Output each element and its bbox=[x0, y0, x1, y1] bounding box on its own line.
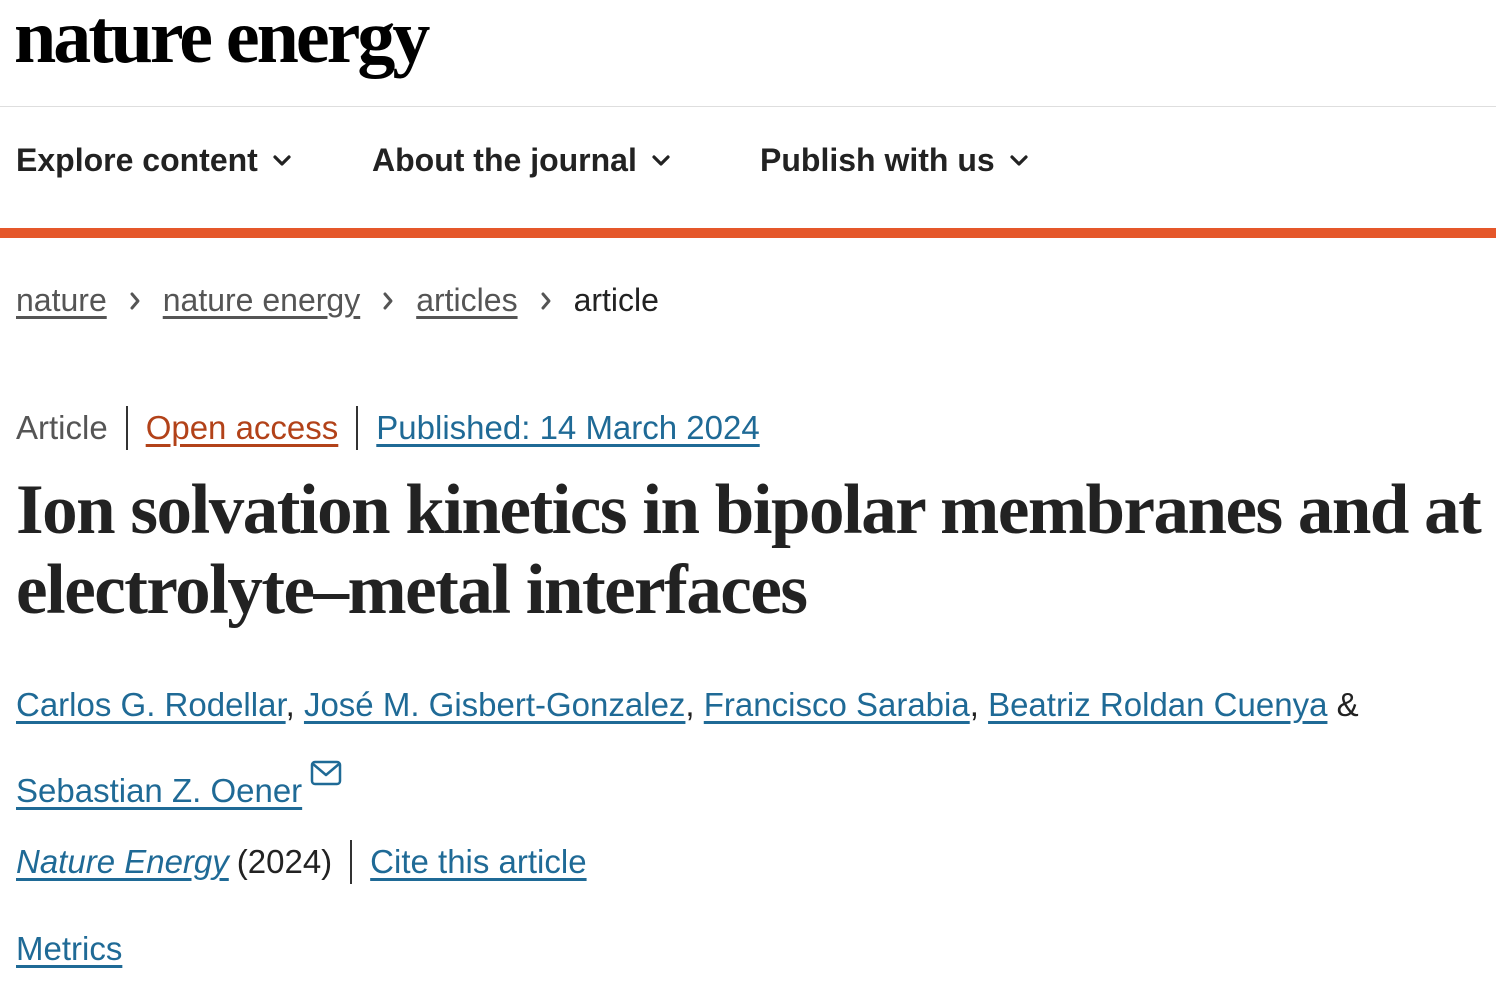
nav-about-journal[interactable]: About the journal bbox=[372, 142, 671, 179]
chevron-right-icon bbox=[382, 291, 394, 311]
meta-divider bbox=[125, 406, 128, 450]
author-link[interactable]: Carlos G. Rodellar bbox=[16, 686, 286, 723]
author-separator: , bbox=[969, 686, 979, 723]
chevron-down-icon bbox=[272, 154, 292, 168]
nav-about-journal-label: About the journal bbox=[372, 142, 637, 178]
journal-logo[interactable]: nature energy bbox=[14, 0, 430, 81]
nav-publish-with-us-label: Publish with us bbox=[760, 142, 995, 178]
author-link[interactable]: Francisco Sarabia bbox=[704, 686, 970, 723]
chevron-down-icon bbox=[651, 154, 671, 168]
header-divider bbox=[0, 106, 1496, 107]
article-title: Ion solvation kinetics in bipolar membra… bbox=[16, 471, 1482, 629]
breadcrumb-current: article bbox=[573, 282, 659, 318]
breadcrumb: nature nature energy articles article bbox=[16, 282, 659, 319]
mail-icon[interactable] bbox=[310, 740, 342, 810]
chevron-down-icon bbox=[1009, 154, 1029, 168]
nav-explore-content-label: Explore content bbox=[16, 142, 258, 178]
author-link[interactable]: Beatriz Roldan Cuenya bbox=[988, 686, 1327, 723]
breadcrumb-articles[interactable]: articles bbox=[416, 282, 517, 319]
nav-accent-bar bbox=[0, 228, 1496, 238]
article-meta: Article Open access Published: 14 March … bbox=[16, 406, 760, 450]
nav-explore-content[interactable]: Explore content bbox=[16, 142, 292, 179]
cite-this-article-link[interactable]: Cite this article bbox=[370, 843, 586, 881]
author-separator: , bbox=[685, 686, 695, 723]
breadcrumb-nature-energy[interactable]: nature energy bbox=[163, 282, 360, 319]
chevron-right-icon bbox=[129, 291, 141, 311]
citation-divider bbox=[350, 840, 353, 884]
author-link[interactable]: Sebastian Z. Oener bbox=[16, 772, 302, 809]
meta-divider bbox=[356, 406, 359, 450]
nav-publish-with-us[interactable]: Publish with us bbox=[760, 142, 1029, 179]
open-access-link[interactable]: Open access bbox=[146, 409, 339, 447]
published-date-link[interactable]: Published: 14 March 2024 bbox=[376, 409, 759, 447]
metrics-link[interactable]: Metrics bbox=[16, 930, 122, 968]
journal-citation: Nature Energy (2024) Cite this article bbox=[16, 840, 587, 884]
author-ampersand: & bbox=[1336, 686, 1359, 723]
author-separator: , bbox=[285, 686, 295, 723]
breadcrumb-nature[interactable]: nature bbox=[16, 282, 107, 319]
journal-name-link[interactable]: Nature Energy bbox=[16, 843, 229, 881]
chevron-right-icon bbox=[540, 291, 552, 311]
article-type: Article bbox=[16, 409, 108, 446]
author-link[interactable]: José M. Gisbert-Gonzalez bbox=[304, 686, 685, 723]
author-list: Carlos G. Rodellar, José M. Gisbert-Gonz… bbox=[16, 670, 1486, 826]
journal-year: (2024) bbox=[236, 843, 333, 880]
